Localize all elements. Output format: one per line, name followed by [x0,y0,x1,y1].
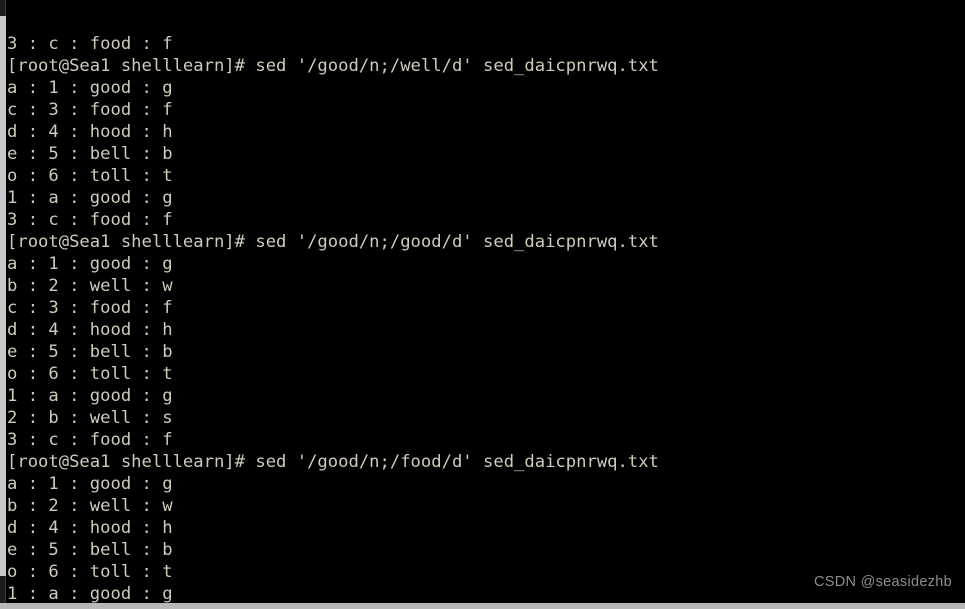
terminal-output-line: 1 : a : good : g [7,386,173,406]
terminal-output-line: 2 : b : well : s [7,408,173,428]
terminal-output-area[interactable]: 3 : c : food : f [root@Sea1 shelllearn]# … [7,0,965,603]
terminal-output-line: a : 1 : good : g [7,474,173,494]
scrollbar-thumb[interactable] [0,16,6,576]
terminal-output-line: e : 5 : bell : b [7,342,173,362]
terminal-scrollback: 3 : c : food : f [root@Sea1 shelllearn]# … [7,33,965,603]
terminal-output-line: d : 4 : hood : h [7,320,173,340]
terminal-output-line: 3 : c : food : f [7,34,173,54]
terminal-command-line: [root@Sea1 shelllearn]# sed '/good/n;/we… [7,56,659,76]
terminal-output-line: a : 1 : good : g [7,78,173,98]
terminal-output-line: o : 6 : toll : t [7,364,173,384]
terminal-output-line: e : 5 : bell : b [7,144,173,164]
terminal-output-line: b : 2 : well : w [7,496,173,516]
terminal-output-line: c : 3 : food : f [7,298,173,318]
terminal-output-line: 3 : c : food : f [7,210,173,230]
terminal-command-line: [root@Sea1 shelllearn]# sed '/good/n;/fo… [7,452,659,472]
terminal-command-line: [root@Sea1 shelllearn]# sed '/good/n;/go… [7,232,659,252]
vertical-scrollbar[interactable] [0,0,6,603]
terminal-output-line: d : 4 : hood : h [7,518,173,538]
terminal-output-line: a : 1 : good : g [7,254,173,274]
terminal-output-line: 1 : a : good : g [7,188,173,208]
terminal-output-line: e : 5 : bell : b [7,540,173,560]
terminal-window: 3 : c : food : f [root@Sea1 shelllearn]# … [0,0,965,609]
watermark-label: CSDN @seasidezhb [814,574,952,590]
terminal-output-line: 3 : c : food : f [7,430,173,450]
terminal-output-line: o : 6 : toll : t [7,166,173,186]
terminal-output-line: b : 2 : well : w [7,276,173,296]
terminal-output-line: c : 3 : food : f [7,100,173,120]
terminal-output-line: d : 4 : hood : h [7,122,173,142]
